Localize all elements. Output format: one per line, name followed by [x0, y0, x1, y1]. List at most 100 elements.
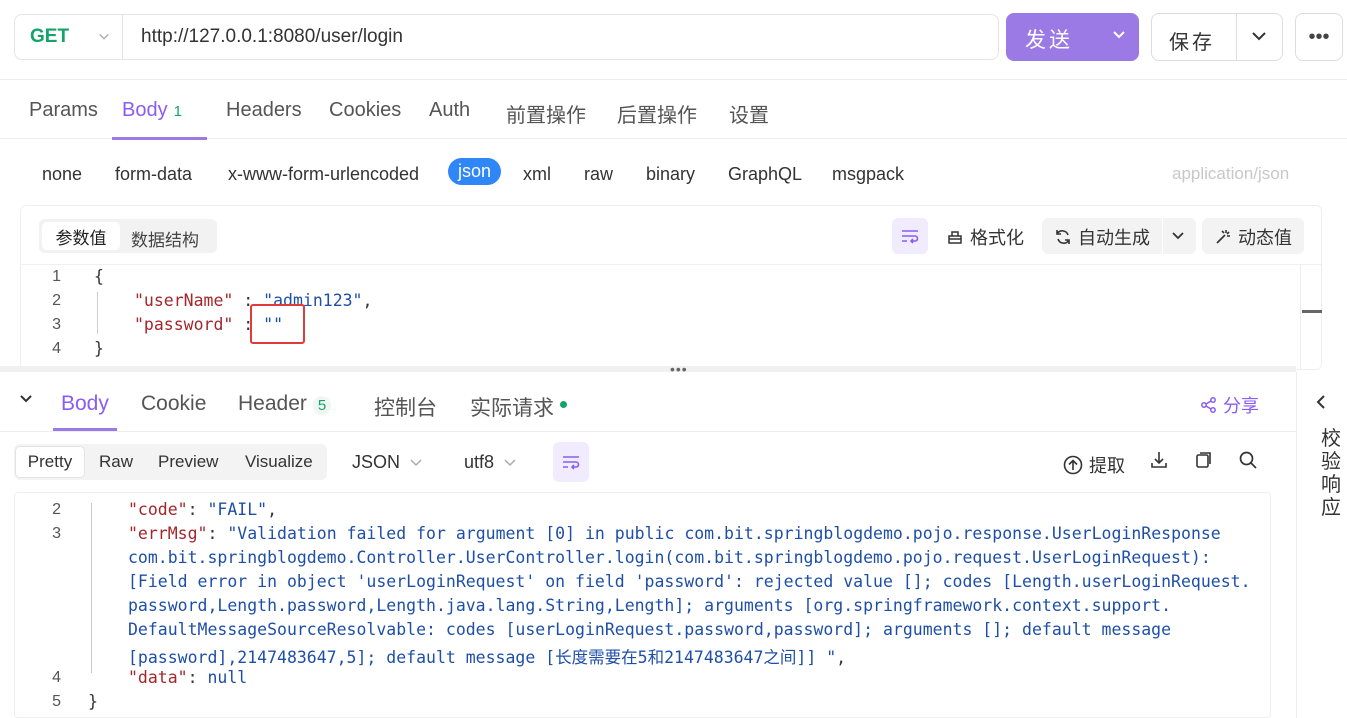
body-type-urlencoded[interactable]: x-www-form-urlencoded	[228, 164, 419, 185]
body-type-xml[interactable]: xml	[523, 164, 551, 185]
wrap-lines-button[interactable]	[892, 218, 928, 254]
tab-auth[interactable]: Auth	[429, 99, 470, 122]
upload-circle-icon	[1063, 455, 1083, 475]
mode-param-values[interactable]: 参数值	[42, 222, 120, 250]
tab-settings[interactable]: 设置	[729, 99, 769, 128]
response-tab-console[interactable]: 控制台	[374, 392, 437, 422]
format-label: 格式化	[970, 228, 1024, 248]
extract-button[interactable]: 提取	[1063, 452, 1125, 478]
more-button[interactable]: •••	[1295, 13, 1343, 61]
search-icon[interactable]	[1238, 450, 1258, 470]
json-string: "FAIL"	[207, 500, 268, 519]
response-tab-body[interactable]: Body	[61, 392, 109, 416]
share-button[interactable]: 分享	[1200, 392, 1259, 418]
json-key: "userName"	[134, 291, 234, 310]
format-select[interactable]: JSON	[352, 452, 422, 473]
response-body-viewer[interactable]: 2 3 4 5 "code": "FAIL", "errMsg": "Valid…	[14, 492, 1271, 718]
scrollbar-thumb[interactable]	[1302, 310, 1322, 313]
magic-wand-icon	[1216, 230, 1230, 244]
copy-icon[interactable]	[1194, 450, 1214, 470]
chevron-down-icon	[99, 34, 109, 40]
tab-body[interactable]: Body 1	[122, 99, 182, 122]
response-panel: Body Cookie Header 5 控制台 实际请求 分享 Pretty R…	[0, 372, 1296, 718]
dynamic-value-button[interactable]: 动态值	[1202, 218, 1304, 254]
response-tab-header[interactable]: Header 5	[238, 392, 332, 416]
tab-pre-operations[interactable]: 前置操作	[506, 99, 586, 128]
encoding-select[interactable]: utf8	[464, 452, 516, 473]
response-tab-cookie[interactable]: Cookie	[141, 392, 206, 416]
chevron-down-icon[interactable]	[1251, 29, 1267, 43]
tab-headers[interactable]: Headers	[226, 99, 302, 122]
code-line[interactable]: {	[94, 267, 104, 286]
line-number: 3	[52, 525, 61, 542]
send-button[interactable]: 发送	[1006, 13, 1139, 61]
send-label: 发送	[1025, 29, 1073, 52]
download-icon[interactable]	[1149, 450, 1169, 470]
body-type-none[interactable]: none	[42, 164, 82, 185]
response-tab-actual-request[interactable]: 实际请求	[470, 392, 567, 422]
request-body-editor: 参数值 数据结构 格式化 自动生成 动态值 1 2 3 4 { "userNam…	[20, 205, 1322, 370]
refresh-icon	[1056, 230, 1070, 244]
code-line: "data": null	[128, 668, 247, 687]
broom-icon	[948, 231, 962, 244]
active-tab-indicator	[112, 137, 207, 140]
view-visualize[interactable]: Visualize	[245, 452, 313, 472]
json-key: "code"	[128, 500, 188, 519]
separator: :	[187, 500, 208, 519]
code-line: "code": "FAIL",	[128, 500, 277, 519]
tab-params[interactable]: Params	[29, 99, 98, 122]
line-number: 3	[52, 316, 61, 333]
json-string: "Validation failed for argument [0] in p…	[227, 524, 1221, 543]
view-preview[interactable]: Preview	[158, 452, 218, 472]
chevron-down-icon[interactable]	[1112, 29, 1126, 41]
autogen-button[interactable]: 自动生成	[1054, 224, 1150, 250]
mode-data-schema[interactable]: 数据结构	[131, 226, 199, 251]
format-button[interactable]: 格式化	[946, 224, 1024, 250]
highlight-box	[250, 304, 305, 344]
save-button[interactable]: 保存	[1151, 13, 1283, 61]
validate-response-button[interactable]: 校验响应	[1321, 428, 1345, 520]
line-number: 2	[52, 501, 61, 518]
body-type-json[interactable]: json	[448, 158, 502, 185]
chevron-down-icon[interactable]	[1171, 231, 1185, 241]
code-line-wrapped: [Field error in object 'userLoginRequest…	[128, 572, 1251, 591]
indent-guide	[91, 503, 92, 673]
line-number: 4	[52, 340, 61, 357]
tab-post-operations[interactable]: 后置操作	[617, 99, 697, 128]
autogen-label: 自动生成	[1078, 228, 1150, 248]
format-value: JSON	[352, 452, 401, 472]
body-type-raw[interactable]: raw	[584, 164, 613, 185]
wrap-lines-button[interactable]	[553, 442, 589, 482]
chevron-left-icon[interactable]	[1315, 394, 1327, 410]
request-bar: GET http://127.0.0.1:8080/user/login 发送 …	[0, 0, 1347, 80]
json-null: null	[207, 668, 248, 687]
encoding-value: utf8	[464, 452, 495, 472]
view-raw[interactable]: Raw	[99, 452, 133, 472]
line-number: 4	[52, 669, 61, 686]
body-type-binary[interactable]: binary	[646, 164, 695, 185]
chevron-down-icon	[504, 458, 516, 466]
tab-label: 实际请求	[470, 397, 554, 420]
divider	[1162, 218, 1163, 254]
brace: }	[94, 339, 104, 358]
tab-cookies[interactable]: Cookies	[329, 99, 401, 122]
chevron-down-icon	[410, 458, 422, 466]
json-string: [password],2147483647,5]; default messag…	[128, 648, 837, 667]
divider	[0, 431, 1296, 432]
code-line[interactable]: }	[94, 339, 104, 358]
editor-mode-switch: 参数值 数据结构	[39, 219, 217, 253]
body-type-msgpack[interactable]: msgpack	[832, 164, 904, 185]
line-number: 5	[52, 693, 61, 710]
method-select[interactable]: GET	[14, 14, 122, 60]
side-panel: 校验响应	[1296, 372, 1347, 718]
code-line-wrapped: com.bit.springblogdemo.Controller.UserCo…	[128, 548, 1211, 567]
body-type-form-data[interactable]: form-data	[115, 164, 192, 185]
url-input[interactable]: http://127.0.0.1:8080/user/login	[122, 14, 999, 60]
line-number: 1	[52, 268, 61, 285]
body-type-graphql[interactable]: GraphQL	[728, 164, 802, 185]
brace: }	[88, 692, 98, 711]
code-line: }	[88, 692, 98, 711]
chevron-down-icon[interactable]	[18, 392, 34, 406]
scrollbar-track	[1300, 264, 1301, 369]
view-pretty[interactable]: Pretty	[15, 446, 85, 478]
